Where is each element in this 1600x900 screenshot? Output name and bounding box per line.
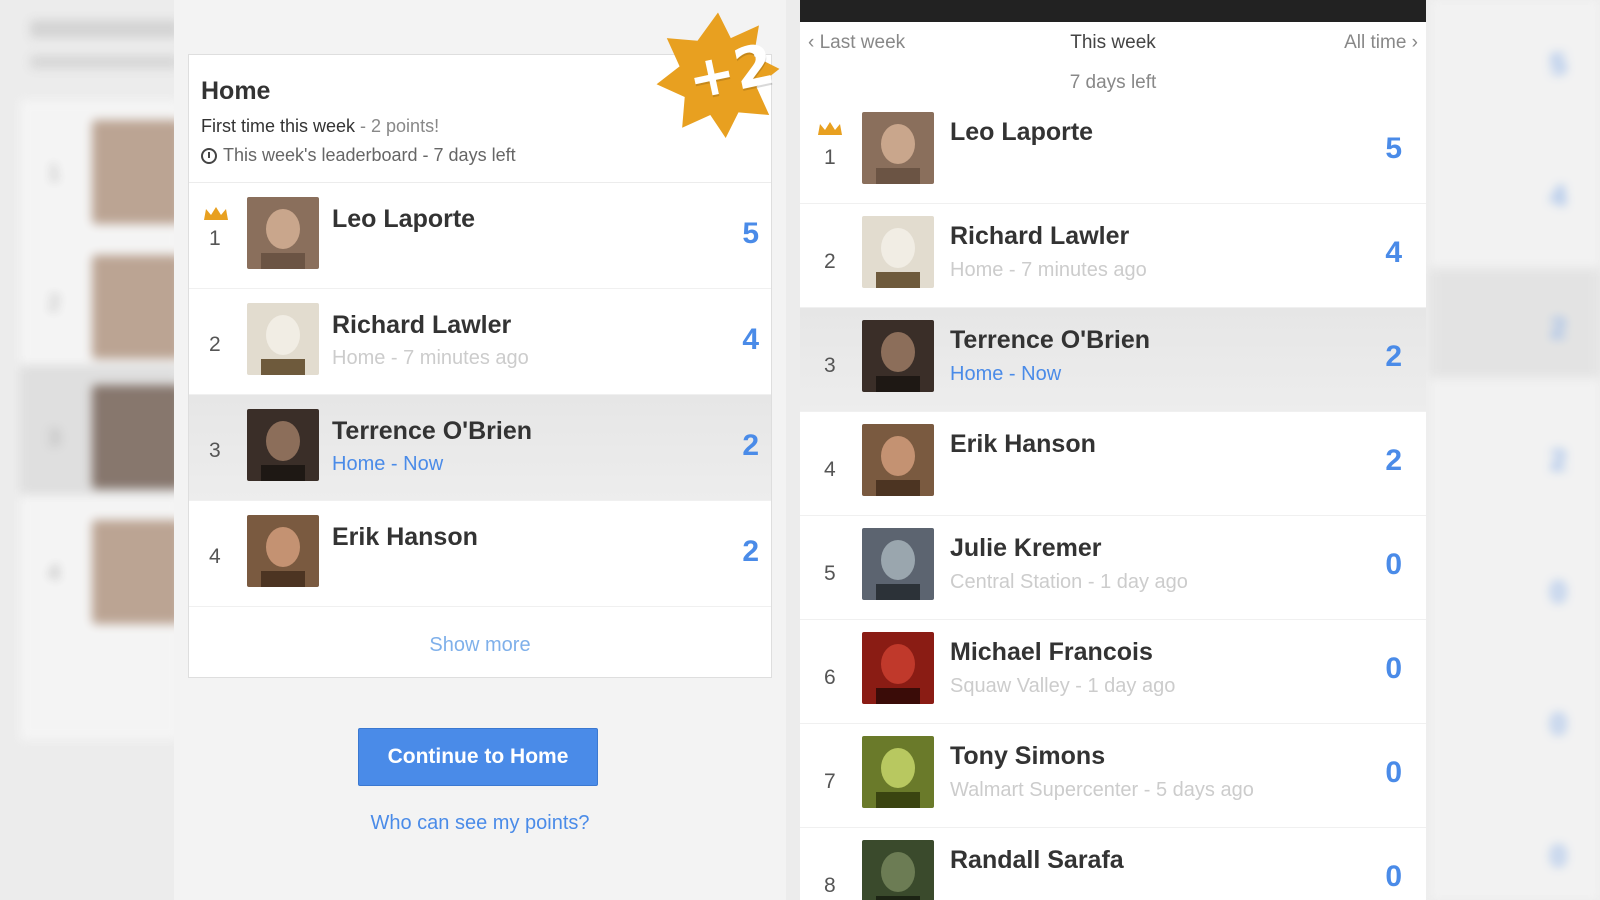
leaderboard-row[interactable]: 1 Leo Laporte 5 [800,100,1426,204]
checkin-meta: Home - Now [332,453,444,475]
leaderboard-row[interactable]: 8 Randall Sarafa 0 [800,828,1426,900]
top-bar [800,0,1426,22]
checkin-meta: Walmart Supercenter - 5 days ago [950,779,1254,801]
points-score: 0 [1385,756,1402,789]
user-name[interactable]: Tony Simons [950,742,1105,771]
leaderboard-row[interactable]: 3 Terrence O'Brien Home - Now 2 [189,395,771,501]
rank-number: 2 [209,333,221,356]
leaderboard-note-text: This week's leaderboard - 7 days left [223,145,516,165]
user-name[interactable]: Michael Francois [950,638,1153,667]
rank-number: 1 [209,227,221,250]
days-left: 7 days left [1069,72,1157,93]
avatar[interactable] [862,216,934,288]
avatar[interactable] [247,197,319,269]
checkin-meta: Squaw Valley - 1 day ago [950,675,1176,697]
checkin-meta: Home - Now [950,363,1062,385]
points-score: 4 [1385,236,1402,269]
rank-number: 1 [824,146,836,169]
avatar[interactable] [247,515,319,587]
avatar[interactable] [247,409,319,481]
points-value: - 2 points! [355,116,440,136]
user-name[interactable]: Leo Laporte [332,205,475,234]
points-score: 4 [742,323,759,356]
leaderboard-panel: This week ‹ Last week All time › 7 days … [800,0,1426,900]
left-leaderboard-list: 1 Leo Laporte 5 2 Richard Lawler Home - 7 min… [189,183,771,607]
points-score: 2 [742,535,759,568]
avatar[interactable] [247,303,319,375]
crown-icon [818,122,842,135]
user-name[interactable]: Terrence O'Brien [332,417,532,446]
rank-number: 5 [824,562,836,585]
user-name[interactable]: Terrence O'Brien [950,326,1150,355]
leaderboard-row[interactable]: 5 Julie Kremer Central Station - 1 day ago… [800,516,1426,620]
user-name[interactable]: Erik Hanson [950,430,1096,459]
leaderboard-row[interactable]: 1 Leo Laporte 5 [189,183,771,289]
crown-icon [204,207,228,220]
leaderboard-row[interactable]: 6 Michael Francois Squaw Valley - 1 day ag… [800,620,1426,724]
avatar[interactable] [862,528,934,600]
avatar[interactable] [862,112,934,184]
continue-button[interactable]: Continue to Home [358,728,598,786]
user-name[interactable]: Leo Laporte [950,118,1093,147]
avatar[interactable] [862,840,934,900]
points-score: 2 [1385,444,1402,477]
avatar[interactable] [862,424,934,496]
user-name[interactable]: Randall Sarafa [950,846,1124,875]
leaderboard-row[interactable]: 4 Erik Hanson 2 [189,501,771,607]
points-score: 5 [1385,132,1402,165]
period-tabs: This week ‹ Last week All time › [800,32,1426,60]
show-more-link[interactable]: Show more [189,634,771,657]
checkin-meta: Home - 7 minutes ago [950,259,1147,281]
checkin-meta: Home - 7 minutes ago [332,347,529,369]
points-score: 2 [742,429,759,462]
right-leaderboard-list: 1 Leo Laporte 5 2 Richard Lawler Home - 7 min… [800,100,1426,900]
avatar[interactable] [862,736,934,808]
who-can-see-points-link[interactable]: Who can see my points? [174,812,786,835]
points-score: 5 [742,217,759,250]
points-score: 0 [1385,860,1402,893]
leaderboard-row[interactable]: 3 Terrence O'Brien Home - Now 2 [800,308,1426,412]
rank-number: 3 [824,354,836,377]
leaderboard-row[interactable]: 2 Richard Lawler Home - 7 minutes ago 4 [800,204,1426,308]
user-name[interactable]: Julie Kremer [950,534,1101,563]
rank-number: 8 [824,874,836,897]
tab-last-week[interactable]: ‹ Last week [808,32,905,54]
leaderboard-row[interactable]: 4 Erik Hanson 2 [800,412,1426,516]
points-score: 0 [1385,652,1402,685]
points-score: 0 [1385,548,1402,581]
checkin-meta: Central Station - 1 day ago [950,571,1188,593]
rank-number: 4 [824,458,836,481]
user-name[interactable]: Richard Lawler [332,311,511,340]
leaderboard-row[interactable]: 2 Richard Lawler Home - 7 minutes ago 4 [189,289,771,395]
points-reason: First time this week [201,116,356,136]
rank-number: 4 [209,545,221,568]
user-name[interactable]: Erik Hanson [332,523,478,552]
rank-number: 7 [824,770,836,793]
user-name[interactable]: Richard Lawler [950,222,1129,251]
clock-icon [201,147,217,164]
leaderboard-row[interactable]: 7 Tony Simons Walmart Supercenter - 5 days… [800,724,1426,828]
rank-number: 6 [824,666,836,689]
avatar[interactable] [862,320,934,392]
rank-number: 3 [209,439,221,462]
leaderboard-note: This week's leaderboard - 7 days left [201,145,759,166]
points-card: Home First time this week - 2 points! Th… [188,54,772,678]
rank-number: 2 [824,250,836,273]
avatar[interactable] [862,632,934,704]
points-score: 2 [1385,340,1402,373]
tab-all-time[interactable]: All time › [1344,32,1418,54]
